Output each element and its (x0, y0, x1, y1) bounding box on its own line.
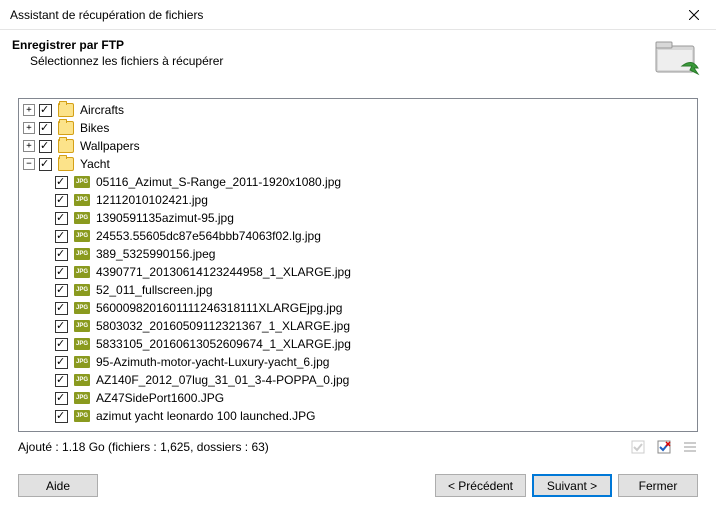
checkbox[interactable] (39, 104, 52, 117)
file-label: AZ140F_2012_07lug_31_01_3-4-POPPA_0.jpg (96, 373, 349, 387)
tree-file-row[interactable]: 5600098201601111246318111XLARGEjpg.jpg (19, 299, 697, 317)
jpg-icon (74, 338, 90, 350)
folder-icon (58, 139, 74, 153)
tree-file-row[interactable]: 4390771_20130614123244958_1_XLARGE.jpg (19, 263, 697, 281)
window-title: Assistant de récupération de fichiers (10, 8, 203, 22)
file-label: 24553.55605dc87e564bbb74063f02.lg.jpg (96, 229, 321, 243)
file-label: AZ47SidePort1600.JPG (96, 391, 224, 405)
jpg-icon (74, 392, 90, 404)
jpg-icon (74, 410, 90, 422)
checkbox[interactable] (39, 122, 52, 135)
file-label: 95-Azimuth-motor-yacht-Luxury-yacht_6.jp… (96, 355, 329, 369)
jpg-icon (74, 320, 90, 332)
file-label: 5600098201601111246318111XLARGEjpg.jpg (96, 301, 342, 315)
close-button[interactable] (671, 0, 716, 30)
next-button[interactable]: Suivant > (532, 474, 612, 497)
file-tree: + Aircrafts + Bikes + Wallpapers − Yacht… (18, 98, 698, 432)
file-label: 5803032_20160509112321367_1_XLARGE.jpg (96, 319, 350, 333)
help-button[interactable]: Aide (18, 474, 98, 497)
folder-label: Bikes (80, 121, 109, 135)
status-bar: Ajouté : 1.18 Go (fichiers : 1,625, doss… (0, 436, 716, 458)
jpg-icon (74, 266, 90, 278)
tree-folder-row[interactable]: + Wallpapers (19, 137, 697, 155)
status-icons (630, 439, 698, 455)
check-clear-icon[interactable] (656, 439, 672, 455)
tree-file-row[interactable]: 12112010102421.jpg (19, 191, 697, 209)
jpg-icon (74, 230, 90, 242)
folder-icon (58, 157, 74, 171)
checkbox[interactable] (55, 176, 68, 189)
tree-file-row[interactable]: 389_5325990156.jpeg (19, 245, 697, 263)
tree-file-row[interactable]: 5833105_20160613052609674_1_XLARGE.jpg (19, 335, 697, 353)
file-label: azimut yacht leonardo 100 launched.JPG (96, 409, 315, 423)
jpg-icon (74, 248, 90, 260)
status-text: Ajouté : 1.18 Go (fichiers : 1,625, doss… (18, 440, 269, 454)
checkbox[interactable] (55, 302, 68, 315)
folder-label: Aircrafts (80, 103, 124, 117)
tree-folder-row[interactable]: + Bikes (19, 119, 697, 137)
list-icon[interactable] (682, 439, 698, 455)
tree-folder-row[interactable]: − Yacht (19, 155, 697, 173)
tree-file-row[interactable]: 05116_Azimut_S-Range_2011-1920x1080.jpg (19, 173, 697, 191)
collapse-toggle[interactable]: − (23, 158, 35, 170)
checkbox[interactable] (55, 284, 68, 297)
jpg-icon (74, 212, 90, 224)
checkbox[interactable] (55, 248, 68, 261)
checkbox[interactable] (55, 356, 68, 369)
file-label: 1390591135azimut-95.jpg (96, 211, 234, 225)
jpg-icon (74, 374, 90, 386)
jpg-icon (74, 356, 90, 368)
wizard-header: Enregistrer par FTP Sélectionnez les fic… (0, 30, 716, 88)
checkbox[interactable] (55, 338, 68, 351)
file-label: 5833105_20160613052609674_1_XLARGE.jpg (96, 337, 351, 351)
checkbox[interactable] (55, 194, 68, 207)
file-label: 52_011_fullscreen.jpg (96, 283, 213, 297)
file-label: 4390771_20130614123244958_1_XLARGE.jpg (96, 265, 351, 279)
tree-file-row[interactable]: 24553.55605dc87e564bbb74063f02.lg.jpg (19, 227, 697, 245)
close-wizard-button[interactable]: Fermer (618, 474, 698, 497)
check-mark-icon[interactable] (630, 439, 646, 455)
tree-scroll[interactable]: + Aircrafts + Bikes + Wallpapers − Yacht… (19, 99, 697, 431)
checkbox[interactable] (55, 266, 68, 279)
folder-label: Wallpapers (80, 139, 140, 153)
folder-label: Yacht (80, 157, 110, 171)
folder-icon (58, 103, 74, 117)
file-label: 389_5325990156.jpeg (96, 247, 215, 261)
checkbox[interactable] (39, 140, 52, 153)
checkbox[interactable] (39, 158, 52, 171)
checkbox[interactable] (55, 392, 68, 405)
close-icon (689, 10, 699, 20)
tree-file-row[interactable]: 5803032_20160509112321367_1_XLARGE.jpg (19, 317, 697, 335)
jpg-icon (74, 176, 90, 188)
checkbox[interactable] (55, 212, 68, 225)
tree-file-row[interactable]: AZ47SidePort1600.JPG (19, 389, 697, 407)
button-row: Aide < Précédent Suivant > Fermer (0, 466, 716, 509)
tree-file-row[interactable]: azimut yacht leonardo 100 launched.JPG (19, 407, 697, 425)
file-label: 12112010102421.jpg (96, 193, 208, 207)
previous-button[interactable]: < Précédent (435, 474, 526, 497)
checkbox[interactable] (55, 410, 68, 423)
tree-file-row[interactable]: 95-Azimuth-motor-yacht-Luxury-yacht_6.jp… (19, 353, 697, 371)
jpg-icon (74, 284, 90, 296)
folder-icon (58, 121, 74, 135)
jpg-icon (74, 302, 90, 314)
checkbox[interactable] (55, 230, 68, 243)
tree-folder-row[interactable]: + Aircrafts (19, 101, 697, 119)
expand-toggle[interactable]: + (23, 122, 35, 134)
header-title: Enregistrer par FTP (12, 38, 223, 52)
expand-toggle[interactable]: + (23, 140, 35, 152)
ftp-folder-icon (654, 38, 702, 78)
jpg-icon (74, 194, 90, 206)
tree-file-row[interactable]: 52_011_fullscreen.jpg (19, 281, 697, 299)
expand-toggle[interactable]: + (23, 104, 35, 116)
titlebar: Assistant de récupération de fichiers (0, 0, 716, 30)
file-label: 05116_Azimut_S-Range_2011-1920x1080.jpg (96, 175, 341, 189)
tree-file-row[interactable]: 1390591135azimut-95.jpg (19, 209, 697, 227)
checkbox[interactable] (55, 320, 68, 333)
tree-file-row[interactable]: AZ140F_2012_07lug_31_01_3-4-POPPA_0.jpg (19, 371, 697, 389)
header-subtitle: Sélectionnez les fichiers à récupérer (12, 54, 223, 68)
checkbox[interactable] (55, 374, 68, 387)
